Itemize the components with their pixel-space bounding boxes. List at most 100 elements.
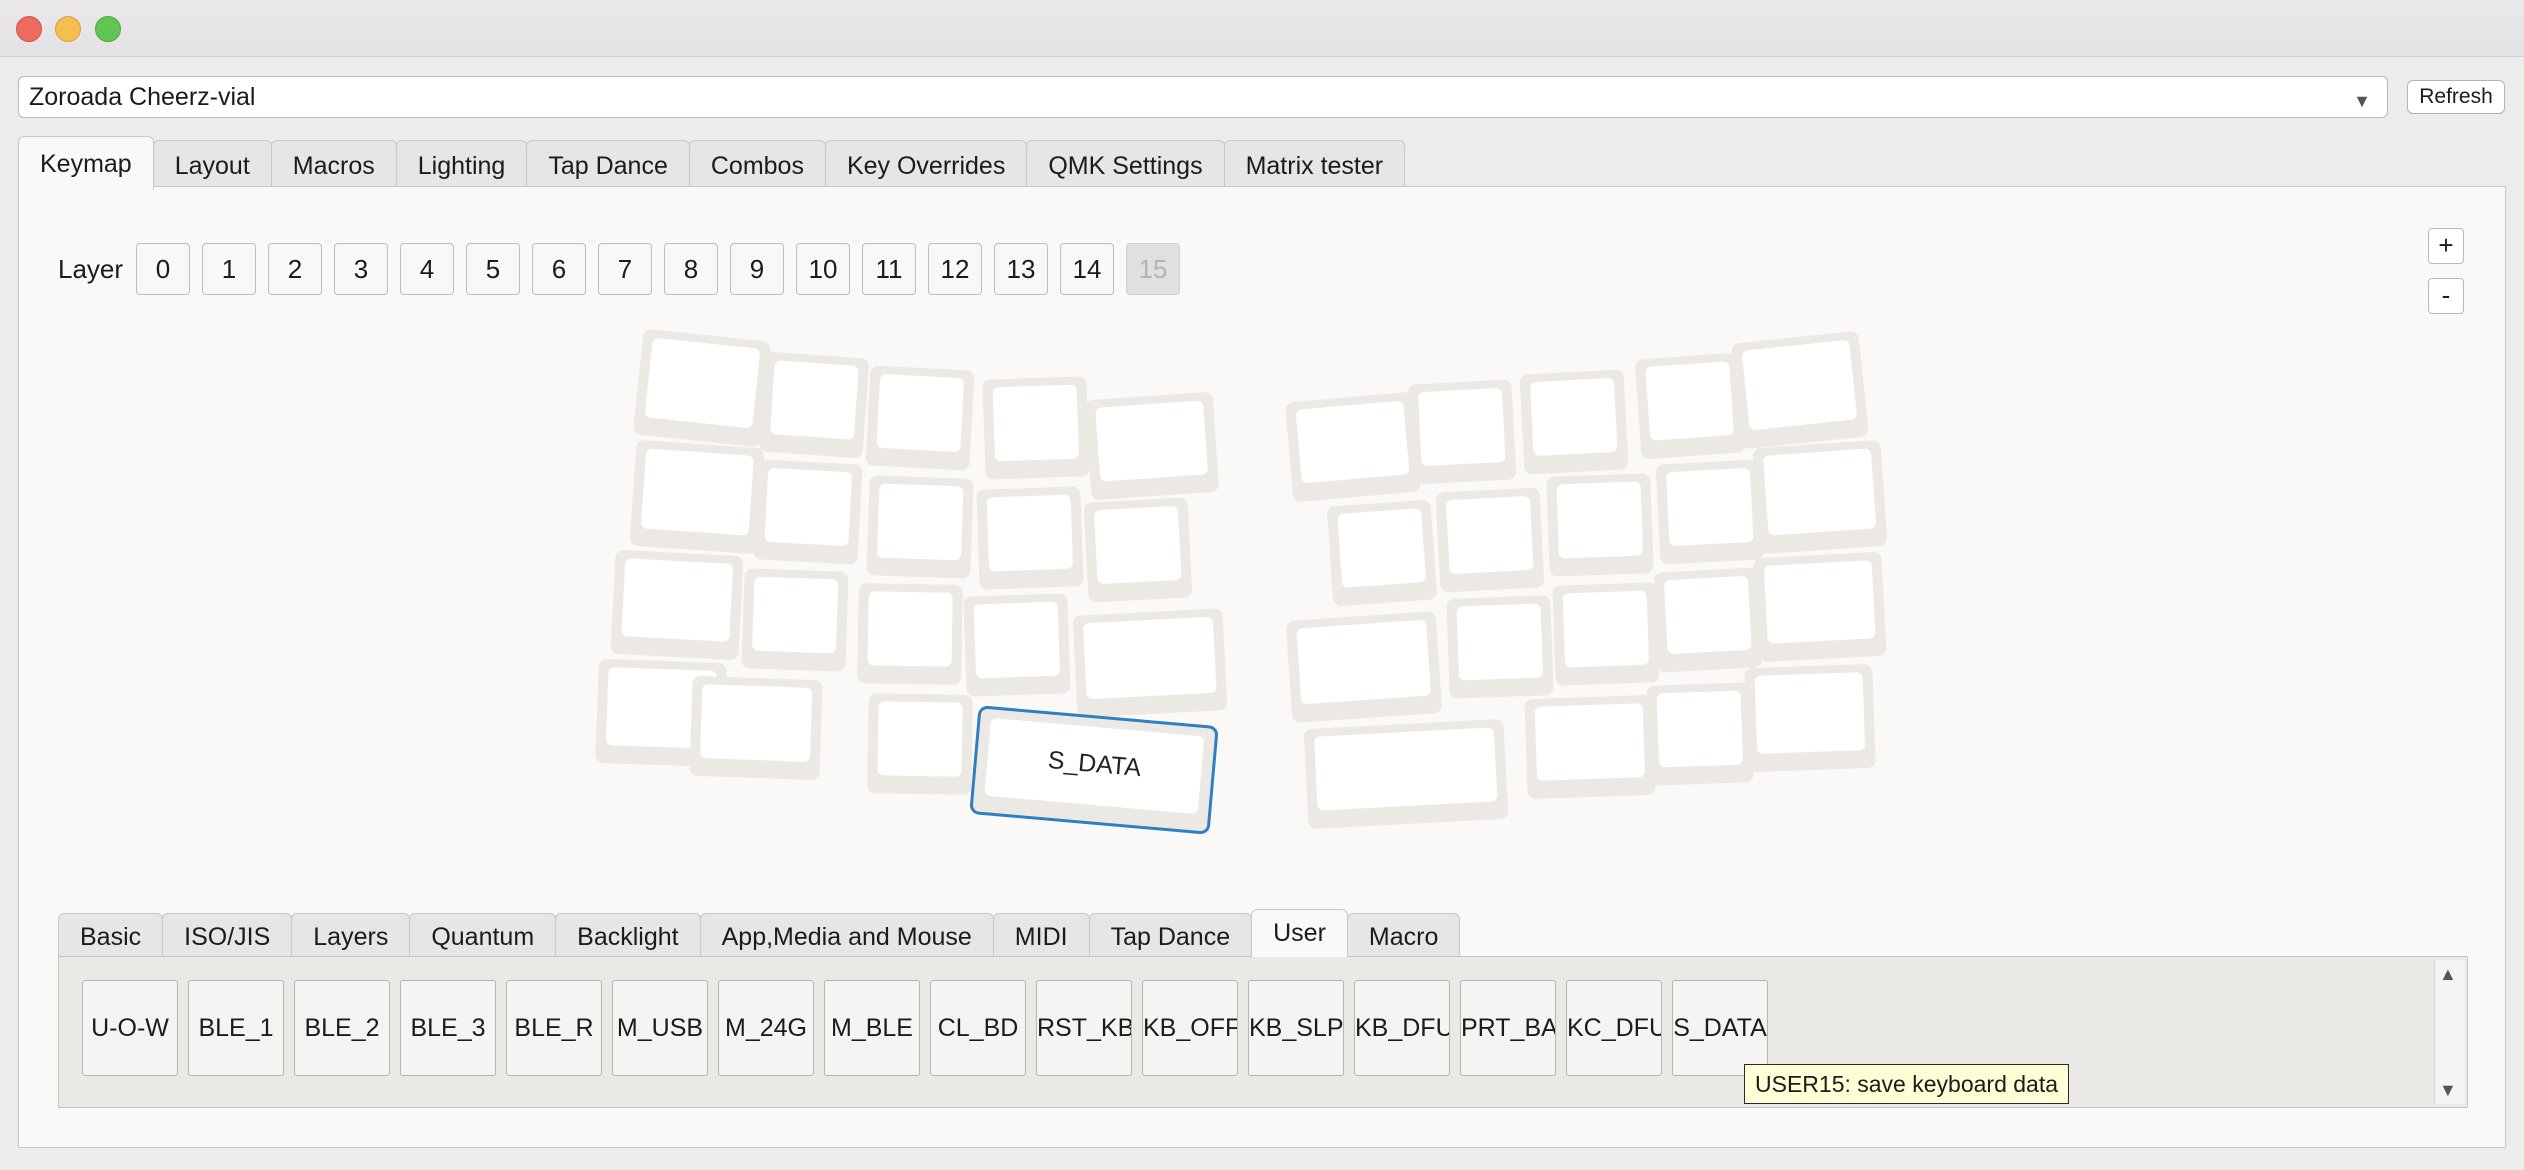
key-cap-shape [641,448,754,536]
key-cap-shape [764,468,852,546]
keyboard-layout: S_DATA [595,329,1888,835]
key-cap-shape [770,360,859,440]
keyboard-key[interactable] [1546,473,1654,577]
keyboard-key[interactable] [1435,487,1545,593]
keycode-m-24g[interactable]: M_24G [718,980,814,1076]
key-cap-shape [1418,388,1506,466]
keyboard-key[interactable] [689,676,823,780]
key-cap-shape [1083,616,1217,700]
key-cap-shape [700,684,813,762]
key-cap-shape [645,338,760,428]
keyboard-key[interactable] [865,365,975,471]
keyboard-key[interactable] [1072,608,1228,718]
key-cap-shape [1534,703,1645,781]
keyboard-key[interactable] [982,376,1090,480]
keycode-prt-bat[interactable]: PRT_BAT [1460,980,1556,1076]
keycode-grid: U-O-W BLE_1 BLE_2 BLE_3 BLE_R M_USB M_24… [82,980,1778,1076]
keycode-cl-bd[interactable]: CL_BD [930,980,1026,1076]
keyboard-key[interactable] [1524,695,1656,799]
keyboard-key[interactable] [629,440,765,555]
key-cap-shape [1296,400,1410,484]
key-cap-shape [1664,576,1752,654]
keyboard-key[interactable] [1303,719,1509,829]
key-cap-shape [1656,690,1743,768]
key-cap-shape [1556,481,1643,559]
key-cap-shape [1530,378,1618,456]
tab-layers[interactable]: Layers [291,913,411,957]
keyboard-key[interactable] [857,583,963,685]
keycode-u-o-w[interactable]: U-O-W [82,980,178,1076]
key-cap-shape [752,576,839,654]
keycode-m-usb[interactable]: M_USB [612,980,708,1076]
tab-tap-dance-keycodes[interactable]: Tap Dance [1088,913,1253,957]
keycode-kb-dfu[interactable]: KB_DFU [1354,980,1450,1076]
key-cap-shape [1456,603,1543,681]
keycode-tab-bar: Basic ISO/JIS Layers Quantum Backlight A… [58,909,1461,957]
keyboard-key[interactable] [867,693,973,795]
keyboard-key[interactable] [1083,497,1193,603]
keycode-ble-1[interactable]: BLE_1 [188,980,284,1076]
scroll-down-arrow-icon[interactable]: ▼ [2439,1080,2457,1101]
keyboard-key[interactable] [1085,392,1220,501]
selected-key[interactable]: S_DATA [970,705,1218,835]
keycode-s-data[interactable]: S_DATA [1672,980,1768,1076]
key-cap-shape [876,374,964,452]
keyboard-key[interactable] [1552,582,1660,686]
keyboard-key[interactable] [963,593,1071,697]
key-cap-shape [621,558,733,642]
keyboard-key[interactable] [1285,392,1421,503]
keycode-rst-kb[interactable]: RST_KB [1036,980,1132,1076]
key-cap-shape [877,701,963,777]
keycode-ble-2[interactable]: BLE_2 [294,980,390,1076]
keyboard-key[interactable] [1407,379,1517,485]
keyboard-key[interactable] [753,459,863,565]
keyboard-key[interactable] [1753,552,1887,663]
keyboard-key[interactable] [1646,682,1754,786]
keyboard-key[interactable] [1752,440,1888,555]
keyboard-key[interactable] [1635,352,1746,459]
key-cap-shape [1666,468,1754,546]
tab-basic[interactable]: Basic [58,913,164,957]
keyboard-key[interactable] [633,329,771,448]
keycode-kb-off[interactable]: KB_OFF [1142,980,1238,1076]
key-cap-shape [992,384,1079,462]
scroll-up-arrow-icon[interactable]: ▲ [2439,964,2457,985]
keyboard-key[interactable] [759,351,870,458]
tab-quantum[interactable]: Quantum [409,913,557,957]
keyboard-key[interactable] [1519,369,1629,475]
key-cap-shape [877,483,964,561]
keycode-ble-r[interactable]: BLE_R [506,980,602,1076]
tab-midi[interactable]: MIDI [992,913,1090,957]
key-cap-shape [1337,508,1426,588]
key-cap-shape [986,494,1073,572]
keycode-kc-dfu[interactable]: KC_DFU [1566,980,1662,1076]
keyboard-key[interactable] [1653,567,1763,673]
tab-keymap[interactable]: Keymap [18,136,154,190]
tab-iso-jis[interactable]: ISO/JIS [162,913,293,957]
keycode-m-ble[interactable]: M_BLE [824,980,920,1076]
keyboard-key[interactable] [976,486,1084,590]
key-cap-shape [867,591,953,667]
keycode-tooltip: USER15: save keyboard data [1744,1064,2070,1104]
keyboard-key[interactable] [1446,595,1554,699]
keyboard-key[interactable] [1655,459,1765,565]
key-cap-shape [1764,560,1876,644]
tab-app-media-mouse[interactable]: App,Media and Mouse [699,913,994,957]
key-cap-shape [1754,672,1865,754]
key-cap-shape [1446,496,1534,574]
keyboard-key[interactable] [1327,499,1438,606]
keyboard-key[interactable] [1286,611,1443,723]
keyboard-key[interactable] [1744,664,1876,772]
keyboard-key[interactable] [866,475,974,579]
tab-user[interactable]: User [1251,909,1348,957]
keycode-ble-3[interactable]: BLE_3 [400,980,496,1076]
keyboard-key[interactable] [741,568,849,672]
tab-macro[interactable]: Macro [1346,913,1461,957]
keyboard-key[interactable] [610,550,744,661]
key-cap-shape [1645,361,1734,441]
keycode-kb-slp[interactable]: KB_SLP [1248,980,1344,1076]
tab-backlight[interactable]: Backlight [555,913,701,957]
keyboard-key[interactable] [1731,331,1869,450]
key-cap-shape [1742,340,1857,430]
key-cap-shape [1314,727,1498,811]
